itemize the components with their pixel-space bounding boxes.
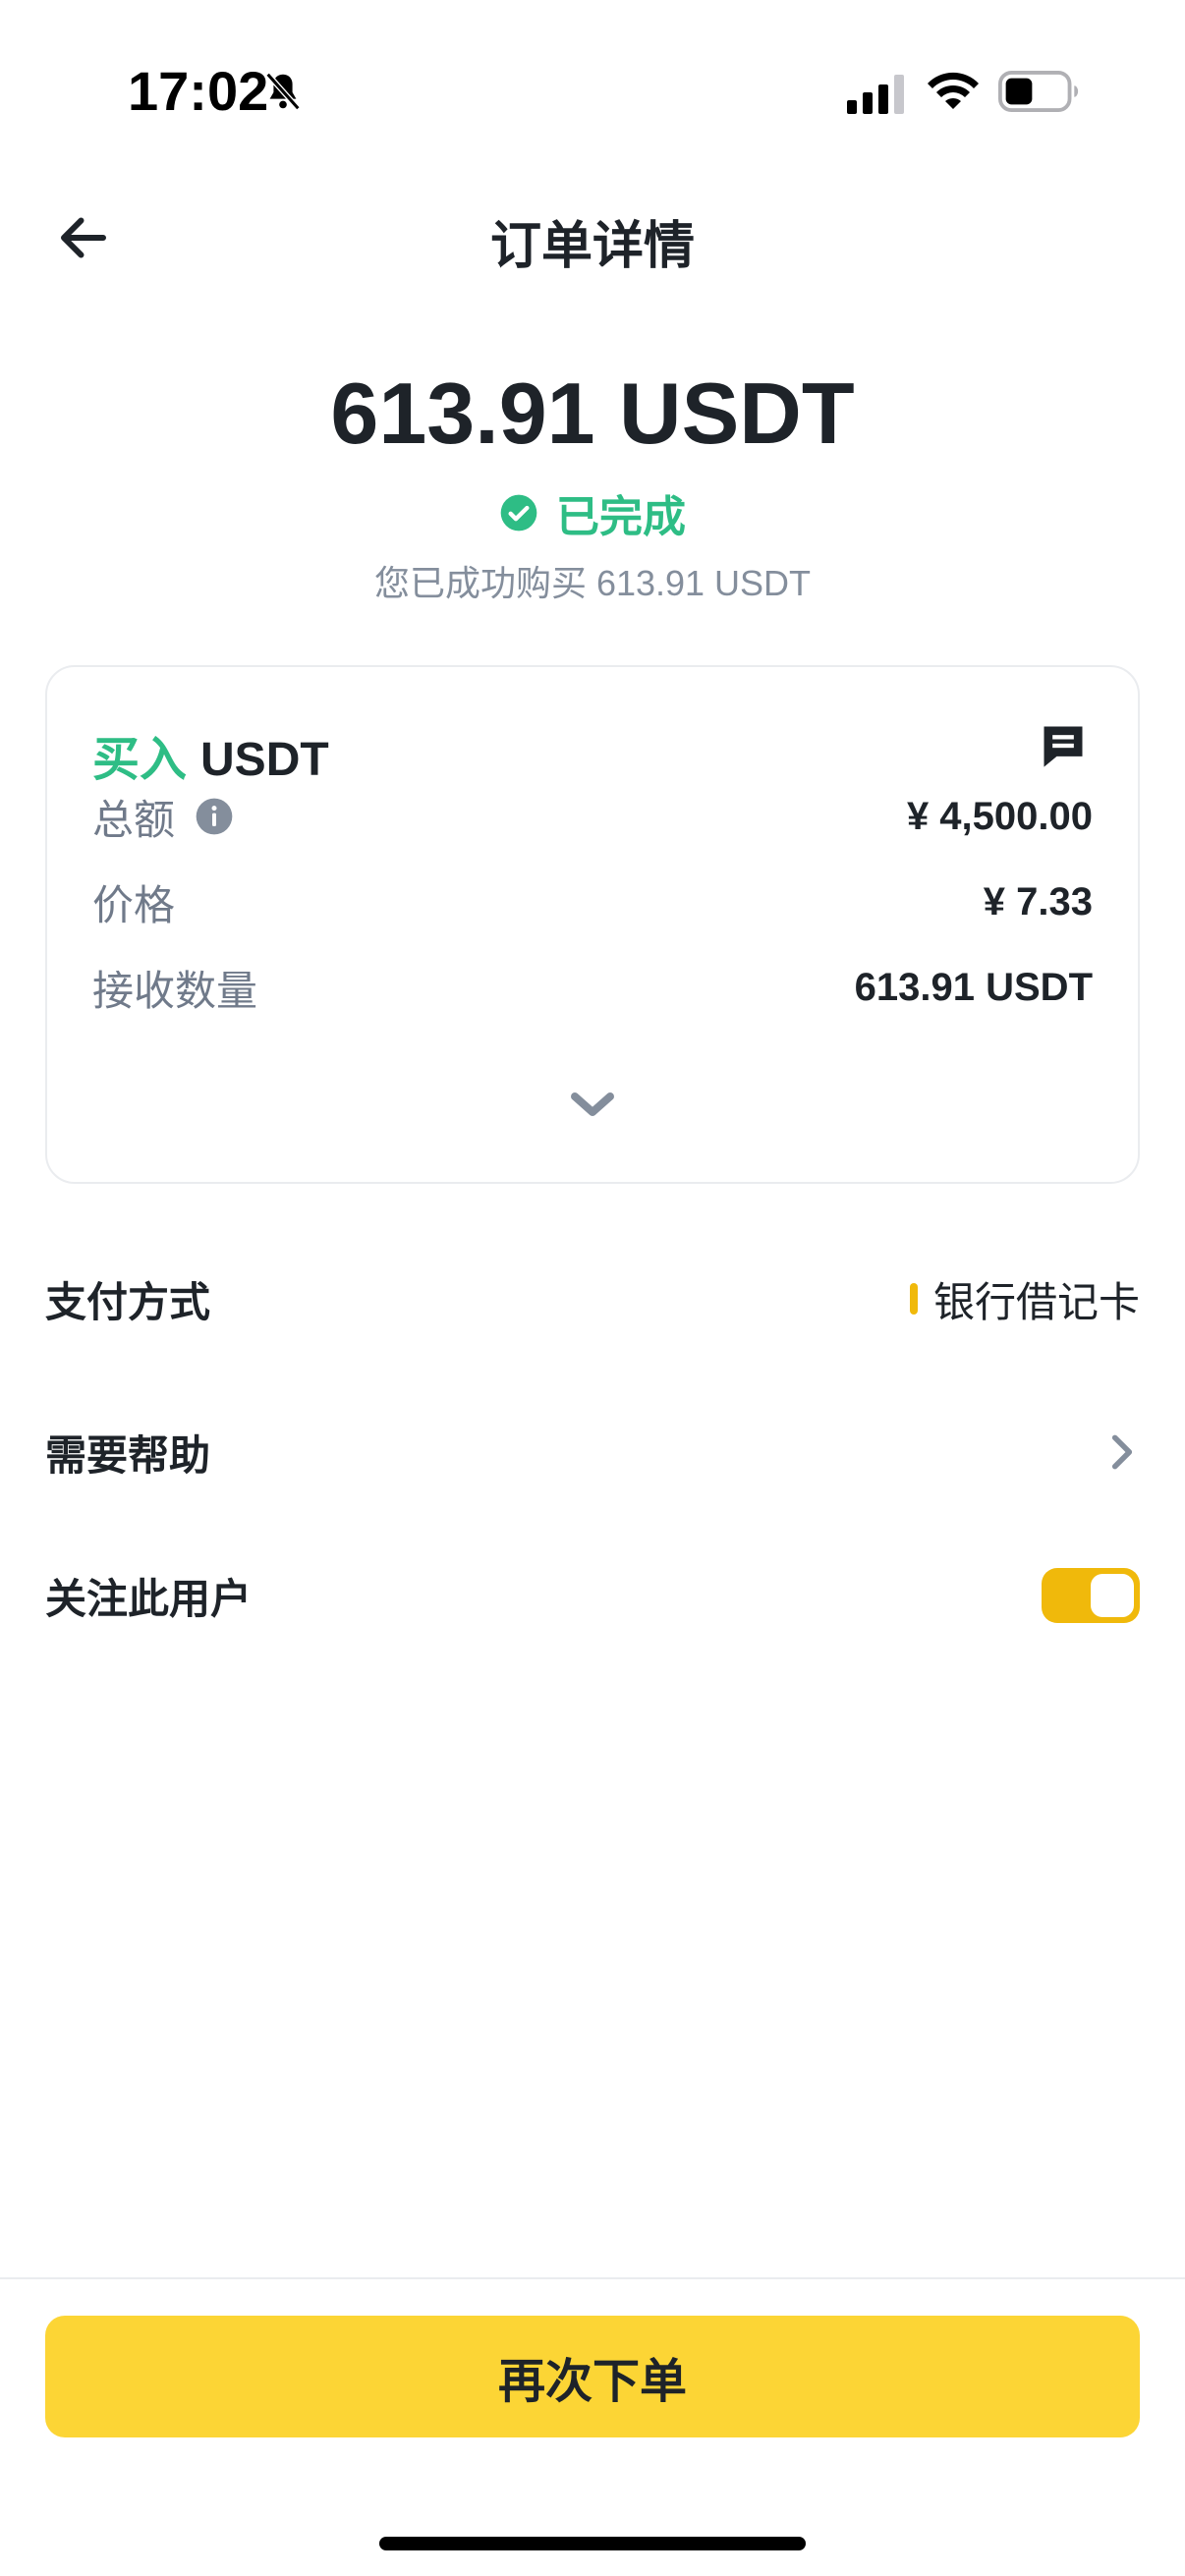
card-title: 买入 USDT xyxy=(92,720,329,789)
toggle-knob xyxy=(1091,1574,1134,1617)
status-label: 已完成 xyxy=(556,493,686,541)
payment-method-marker xyxy=(909,1283,918,1315)
home-indicator xyxy=(379,2537,806,2550)
wifi-icon xyxy=(928,72,979,109)
received-value: 613.91 USDT xyxy=(854,965,1093,1009)
price-label: 价格 xyxy=(92,881,176,928)
trade-asset: USDT xyxy=(200,734,329,786)
help-label: 需要帮助 xyxy=(45,1431,211,1479)
bell-slash-icon xyxy=(265,72,301,111)
follow-user-row: 关注此用户 xyxy=(45,1556,1140,1635)
chat-icon[interactable] xyxy=(1038,720,1089,771)
payment-method-label: 支付方式 xyxy=(45,1278,211,1325)
follow-user-label: 关注此用户 xyxy=(45,1575,253,1622)
received-label: 接收数量 xyxy=(92,967,258,1014)
chevron-down-icon[interactable] xyxy=(565,1085,620,1124)
payment-method-value: 银行借记卡 xyxy=(932,1278,1140,1325)
info-icon[interactable] xyxy=(195,797,234,836)
order-status: 已完成 xyxy=(0,481,1185,544)
order-amount: 613.91 USDT xyxy=(330,364,855,462)
help-row[interactable]: 需要帮助 xyxy=(45,1413,1140,1491)
price-row: 价格 ¥ 7.33 xyxy=(92,872,1093,931)
chevron-right-icon[interactable] xyxy=(1104,1430,1140,1474)
total-row: 总额 ¥ 4,500.00 xyxy=(92,787,1093,846)
total-label: 总额 xyxy=(92,796,176,843)
status-message: 您已成功购买 613.91 USDT xyxy=(373,563,812,603)
check-circle-icon xyxy=(500,494,537,532)
battery-icon xyxy=(998,71,1079,112)
nav-bar: 订单详情 xyxy=(0,187,1185,295)
payment-method-row: 支付方式 银行借记卡 xyxy=(45,1260,1140,1338)
received-row: 接收数量 613.91 USDT xyxy=(92,958,1093,1017)
trade-side: 买入 xyxy=(92,734,188,786)
follow-user-toggle[interactable] xyxy=(1042,1568,1140,1623)
price-value: ¥ 7.33 xyxy=(983,879,1093,924)
total-value: ¥ 4,500.00 xyxy=(906,794,1093,838)
bottom-divider xyxy=(0,2277,1185,2279)
status-bar: 17:02 xyxy=(0,0,1185,187)
reorder-button[interactable]: 再次下单 xyxy=(45,2316,1140,2437)
order-details-card: 买入 USDT 总额 ¥ 4,500.00 价格 ¥ 7.33 接收数量 613.… xyxy=(45,665,1140,1184)
signal-icon xyxy=(847,75,904,114)
status-time: 17:02 xyxy=(128,60,269,122)
page-title: 订单详情 xyxy=(489,218,695,275)
